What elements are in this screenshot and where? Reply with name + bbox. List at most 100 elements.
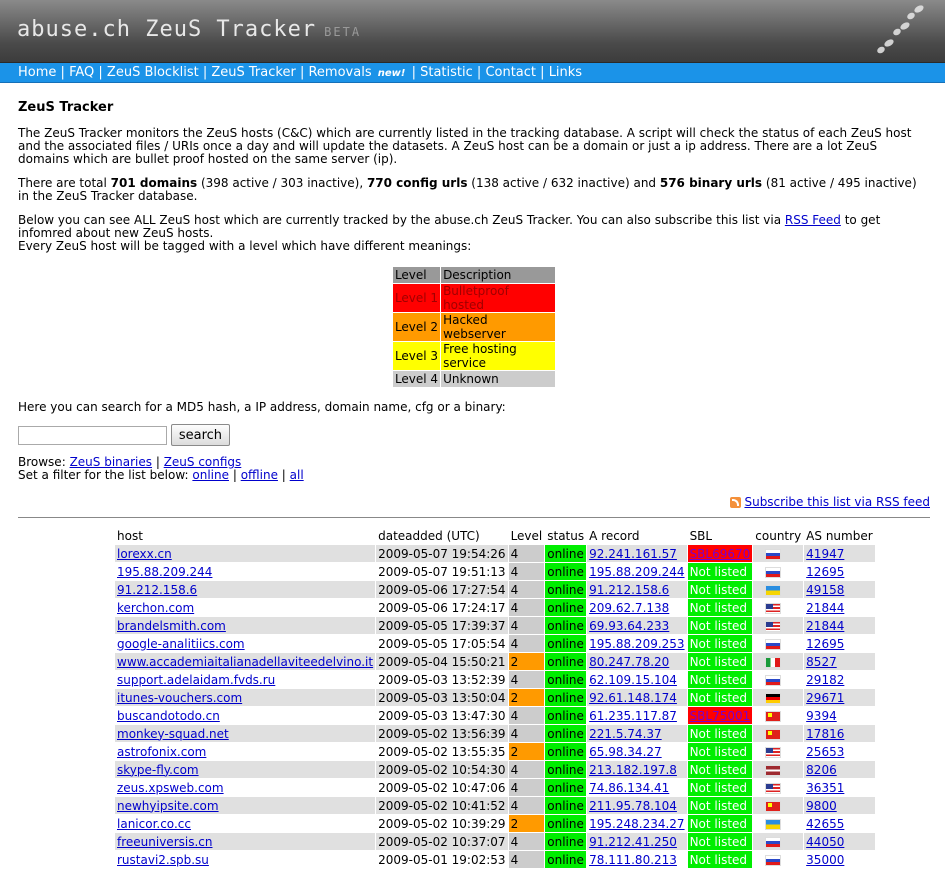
nav-separator: |	[411, 65, 416, 80]
nav-blocklist[interactable]: ZeuS Blocklist	[107, 65, 199, 80]
search-button[interactable]: search	[170, 424, 231, 446]
asn-link[interactable]: 17816	[806, 727, 844, 741]
asn-link[interactable]: 49158	[806, 583, 844, 597]
arecord-link[interactable]: 91.212.158.6	[589, 583, 669, 597]
host-link[interactable]: lorexx.cn	[117, 547, 172, 561]
host-cell: zeus.xpsweb.com	[115, 779, 376, 796]
sbl-cell: SBL75001	[687, 707, 753, 724]
rss-feed-link[interactable]: RSS Feed	[785, 213, 841, 227]
nav-home[interactable]: Home	[18, 65, 56, 80]
sbl-cell: Not listed	[687, 797, 753, 814]
asn-link[interactable]: 42655	[806, 817, 844, 831]
host-link[interactable]: itunes-vouchers.com	[117, 691, 242, 705]
dateadded-cell: 2009-05-02 13:55:35	[376, 743, 508, 760]
a-cell: 213.182.197.8	[587, 761, 687, 778]
level-cell: 4	[508, 725, 545, 742]
col-status: status	[547, 528, 585, 543]
asn-cell: 49158	[804, 581, 875, 598]
asn-cell: 21844	[804, 599, 875, 616]
asn-cell: 35000	[804, 851, 875, 868]
legend-level: Level 4	[392, 371, 441, 387]
arecord-link[interactable]: 65.98.34.27	[589, 745, 662, 759]
arecord-link[interactable]: 195.88.209.253	[589, 637, 684, 651]
asn-cell: 9394	[804, 707, 875, 724]
browse-binaries-link[interactable]: ZeuS binaries	[70, 455, 152, 469]
sbl-link[interactable]: SBL75001	[690, 709, 751, 723]
nav-contact[interactable]: Contact	[485, 65, 536, 80]
host-link[interactable]: brandelsmith.com	[117, 619, 226, 633]
flag-it-icon	[765, 656, 782, 668]
host-link[interactable]: freeuniversis.cn	[117, 835, 212, 849]
footprints-icon	[877, 5, 924, 54]
arecord-link[interactable]: 74.86.134.41	[589, 781, 669, 795]
subscribe-rss-link[interactable]: Subscribe this list via RSS feed	[744, 495, 930, 509]
nav-removals[interactable]: Removals	[308, 65, 371, 80]
arecord-link[interactable]: 61.235.117.87	[589, 709, 677, 723]
legend-description: Hacked webserver	[441, 313, 556, 341]
nav-faq[interactable]: FAQ	[69, 65, 94, 80]
host-link[interactable]: rustavi2.spb.su	[117, 853, 209, 867]
dateadded-cell: 2009-05-02 10:39:29	[376, 815, 508, 832]
filter-online-link[interactable]: online	[192, 468, 229, 482]
sbl-cell: Not listed	[687, 743, 753, 760]
arecord-link[interactable]: 78.111.80.213	[589, 853, 677, 867]
host-link[interactable]: support.adelaidam.fvds.ru	[117, 673, 275, 687]
arecord-link[interactable]: 211.95.78.104	[589, 799, 677, 813]
arecord-link[interactable]: 195.88.209.244	[589, 565, 684, 579]
main-content: ZeuS Tracker The ZeuS Tracker monitors t…	[18, 100, 930, 869]
asn-link[interactable]: 8206	[806, 763, 837, 777]
browse-configs-link[interactable]: ZeuS configs	[164, 455, 242, 469]
arecord-link[interactable]: 209.62.7.138	[589, 601, 669, 615]
asn-link[interactable]: 44050	[806, 835, 844, 849]
level-cell: 4	[508, 797, 545, 814]
host-link[interactable]: buscandotodo.cn	[117, 709, 220, 723]
nav-statistic[interactable]: Statistic	[420, 65, 473, 80]
arecord-link[interactable]: 92.241.161.57	[589, 547, 677, 561]
status-cell: online	[545, 545, 587, 562]
a-cell: 74.86.134.41	[587, 779, 687, 796]
host-link[interactable]: astrofonix.com	[117, 745, 206, 759]
asn-link[interactable]: 36351	[806, 781, 844, 795]
arecord-link[interactable]: 91.212.41.250	[589, 835, 677, 849]
asn-link[interactable]: 35000	[806, 853, 844, 867]
country-cell	[753, 599, 804, 616]
asn-link[interactable]: 12695	[806, 637, 844, 651]
asn-link[interactable]: 9394	[806, 709, 837, 723]
asn-link[interactable]: 9800	[806, 799, 837, 813]
host-link[interactable]: monkey-squad.net	[117, 727, 229, 741]
flag-ru-icon	[765, 674, 782, 686]
arecord-link[interactable]: 69.93.64.233	[589, 619, 669, 633]
host-link[interactable]: skype-fly.com	[117, 763, 199, 777]
host-link[interactable]: kerchon.com	[117, 601, 194, 615]
a-cell: 92.241.161.57	[587, 545, 687, 562]
site-logo[interactable]: abuse.ch ZeuS Tracker BETA	[17, 17, 361, 42]
asn-link[interactable]: 29182	[806, 673, 844, 687]
host-link[interactable]: www.accademiaitalianadellaviteedelvino.i…	[117, 655, 373, 669]
arecord-link[interactable]: 92.61.148.174	[589, 691, 677, 705]
sbl-link[interactable]: SBL69670	[690, 547, 751, 561]
nav-tracker[interactable]: ZeuS Tracker	[211, 65, 295, 80]
asn-link[interactable]: 25653	[806, 745, 844, 759]
nav-links[interactable]: Links	[549, 65, 582, 80]
asn-link[interactable]: 21844	[806, 601, 844, 615]
arecord-link[interactable]: 62.109.15.104	[589, 673, 677, 687]
asn-link[interactable]: 8527	[806, 655, 837, 669]
asn-link[interactable]: 41947	[806, 547, 844, 561]
a-cell: 91.212.158.6	[587, 581, 687, 598]
arecord-link[interactable]: 213.182.197.8	[589, 763, 677, 777]
asn-link[interactable]: 21844	[806, 619, 844, 633]
asn-link[interactable]: 12695	[806, 565, 844, 579]
host-link[interactable]: 91.212.158.6	[117, 583, 197, 597]
arecord-link[interactable]: 221.5.74.37	[589, 727, 662, 741]
host-link[interactable]: google-analitiics.com	[117, 637, 245, 651]
search-input[interactable]	[18, 425, 167, 445]
arecord-link[interactable]: 195.248.234.27	[589, 817, 684, 831]
host-link[interactable]: zeus.xpsweb.com	[117, 781, 224, 795]
arecord-link[interactable]: 80.247.78.20	[589, 655, 669, 669]
filter-offline-link[interactable]: offline	[241, 468, 278, 482]
host-link[interactable]: lanicor.co.cc	[117, 817, 191, 831]
filter-all-link[interactable]: all	[290, 468, 304, 482]
host-link[interactable]: 195.88.209.244	[117, 565, 212, 579]
asn-link[interactable]: 29671	[806, 691, 844, 705]
host-link[interactable]: newhyipsite.com	[117, 799, 219, 813]
